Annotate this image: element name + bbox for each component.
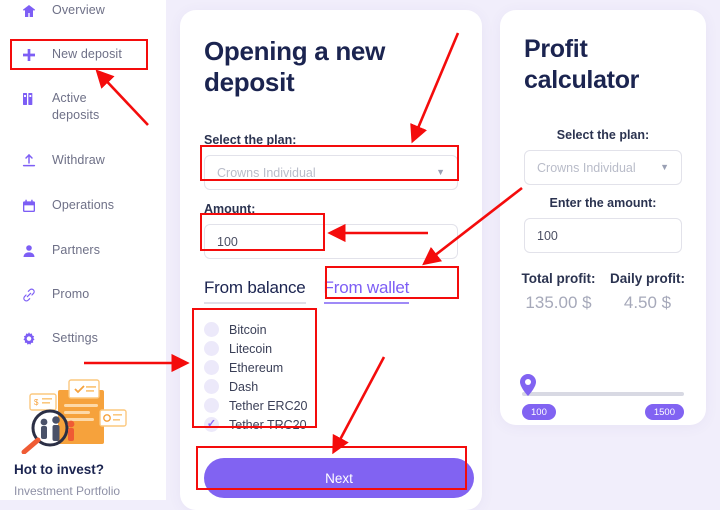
calendar-icon [20, 197, 38, 215]
list-item[interactable]: Dash [204, 377, 364, 396]
plus-icon [20, 46, 38, 64]
sidebar-item-operations[interactable]: Operations [0, 197, 166, 215]
books-icon [20, 90, 38, 108]
link-icon [20, 286, 38, 304]
daily-profit-value: 4.50 $ [623, 293, 672, 312]
sidebar-item-label: Operations [52, 198, 115, 212]
wallet-label: Litecoin [229, 341, 273, 356]
wallet-label: Bitcoin [229, 322, 267, 337]
list-item[interactable]: Ethereum [204, 358, 364, 377]
profit-calculator-card: Profit calculator Select the plan: Crown… [500, 10, 706, 425]
sidebar-item-promo[interactable]: Promo [0, 286, 166, 304]
app-root: Overview New deposit Active deposits Wit… [0, 0, 720, 510]
amount-input-value: 100 [217, 234, 238, 249]
sidebar-item-withdraw[interactable]: Withdraw [0, 152, 166, 170]
wallet-label: Tether TRC20 [229, 417, 307, 432]
amount-label: Amount: [204, 202, 256, 216]
list-item[interactable]: Tether ERC20 [204, 396, 364, 415]
radio-icon[interactable] [204, 341, 219, 356]
sidebar-item-label: Overview [52, 3, 105, 17]
radio-icon[interactable] [204, 322, 219, 337]
list-item[interactable]: Bitcoin [204, 320, 364, 339]
radio-icon-checked[interactable] [204, 417, 219, 432]
gear-icon [20, 330, 38, 348]
calc-amount-input-value: 100 [537, 228, 558, 243]
wallet-label: Ethereum [229, 360, 284, 375]
sidebar-item-settings[interactable]: Settings [0, 330, 166, 348]
radio-icon[interactable] [204, 398, 219, 413]
chevron-down-icon: ▼ [660, 162, 669, 172]
sidebar-item-label: Promo [52, 287, 90, 301]
sidebar-item-label: Withdraw [52, 153, 105, 167]
tab-from-wallet[interactable]: From wallet [323, 278, 409, 304]
calc-plan-select[interactable]: Crowns Individual ▼ [524, 150, 682, 185]
svg-text:$: $ [34, 398, 39, 407]
sidebar-item-new-deposit[interactable]: New deposit [0, 46, 166, 64]
plan-label: Select the plan: [204, 133, 297, 147]
plan-select[interactable]: Crowns Individual ▼ [204, 155, 458, 190]
wallet-radio-list: Bitcoin Litecoin Ethereum Dash Tether ER… [204, 320, 364, 434]
sidebar-item-label: Settings [52, 331, 98, 345]
promo-subtitle: Investment Portfolio [14, 484, 121, 498]
slider-pin-icon[interactable] [520, 374, 536, 396]
promo-title: Hot to invest? [14, 462, 104, 477]
profit-summary: Total profit: 135.00 $ Daily profit: 4.5… [514, 270, 692, 314]
calc-amount-input[interactable]: 100 [524, 218, 682, 253]
total-profit-label: Total profit: [521, 271, 596, 286]
sidebar-item-active-deposits[interactable]: Active deposits [0, 90, 166, 124]
calculator-title: Profit calculator [524, 35, 640, 94]
calc-plan-label: Select the plan: [556, 128, 650, 142]
sidebar-item-label: Active deposits [52, 91, 100, 122]
sidebar-item-label: New deposit [52, 47, 122, 61]
slider-min-pill: 100 [522, 404, 556, 420]
next-button[interactable]: Next [204, 458, 474, 498]
slider-max-pill: 1500 [644, 404, 684, 420]
daily-profit-label: Daily profit: [609, 271, 685, 286]
total-profit-block: Total profit: 135.00 $ [514, 270, 603, 314]
wallet-label: Tether ERC20 [229, 398, 308, 413]
upload-icon [20, 152, 38, 170]
new-deposit-card: Opening a new deposit Select the plan: C… [180, 10, 482, 510]
source-tabs: From balance From wallet [204, 278, 409, 304]
list-item[interactable]: Litecoin [204, 339, 364, 358]
radio-icon[interactable] [204, 379, 219, 394]
plan-select-value: Crowns Individual [217, 165, 316, 180]
calc-plan-select-value: Crowns Individual [537, 160, 636, 175]
radio-icon[interactable] [204, 360, 219, 375]
slider-track[interactable] [522, 392, 684, 396]
sidebar-item-partners[interactable]: Partners [0, 242, 166, 260]
calc-amount-label: Enter the amount: [549, 196, 657, 210]
invest-illustration: $ [14, 378, 138, 455]
sidebar: Overview New deposit Active deposits Wit… [0, 0, 166, 500]
total-profit-value: 135.00 $ [525, 293, 592, 312]
list-item[interactable]: Tether TRC20 [204, 415, 364, 434]
sidebar-item-label: Partners [52, 243, 101, 257]
amount-input[interactable]: 100 [204, 224, 458, 259]
wallet-label: Dash [229, 379, 259, 394]
tab-from-balance[interactable]: From balance [204, 278, 306, 304]
home-icon [20, 2, 38, 20]
sidebar-item-overview[interactable]: Overview [0, 2, 166, 20]
daily-profit-block: Daily profit: 4.50 $ [603, 270, 692, 314]
chevron-down-icon: ▼ [436, 167, 445, 177]
user-icon [20, 242, 38, 260]
page-title: Opening a new deposit [204, 36, 386, 97]
